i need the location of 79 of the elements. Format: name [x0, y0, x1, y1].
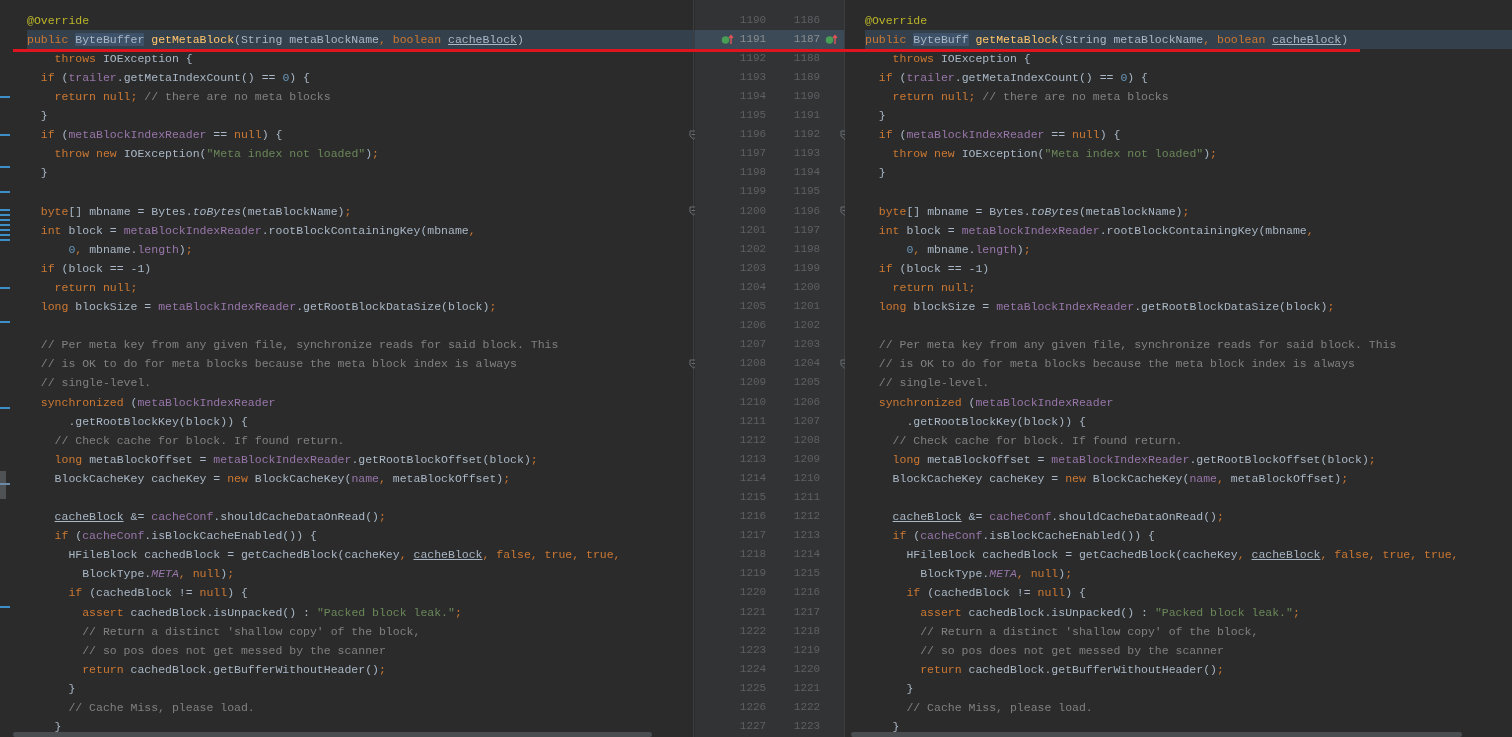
- code-line: // single-level.: [39, 375, 152, 392]
- code-line: // Per meta key from any given file, synchronize reads for said block. This: [877, 337, 1397, 354]
- code-line: assert cachedBlock.isUnpacked() : "Packed block leak.";: [81, 604, 462, 621]
- code-line: // Cache Miss, please load.: [905, 700, 1093, 716]
- code-line: // Per meta key from any given file, synchronize reads for said block. This: [39, 337, 559, 354]
- fold-icon[interactable]: [689, 129, 695, 140]
- code-line: .getRootBlockKey(block)) {: [67, 413, 248, 430]
- code-line: throw new IOException("Meta index not loaded");: [53, 146, 379, 163]
- code-line: // single-level.: [877, 375, 990, 392]
- code-line: if (trailer.getMetaIndexCount() == 0) {: [39, 69, 310, 86]
- code-line: HFileBlock cachedBlock = getCachedBlock(cacheKey, cacheBlock, false, true, true,: [67, 547, 621, 564]
- code-line: }: [39, 108, 48, 125]
- code-line: // so pos does not get messed by the scanner: [81, 642, 386, 659]
- code-line: int block = metaBlockIndexReader.rootBlockContainingKey(mbname,: [39, 222, 476, 239]
- code-line: return null;: [891, 279, 976, 296]
- code-line: int block = metaBlockIndexReader.rootBlockContainingKey(mbname,: [877, 222, 1314, 239]
- code-line: }: [67, 680, 76, 697]
- code-line: return null; // there are no meta blocks: [53, 89, 331, 105]
- code-line: }: [891, 719, 900, 736]
- code-line: // is OK to do for meta blocks because the meta block index is always: [39, 356, 517, 373]
- code-line: BlockCacheKey cacheKey = new BlockCacheKey(name, metaBlockOffset);: [53, 470, 511, 487]
- code-line: }: [877, 165, 886, 182]
- code-line: return null; // there are no meta blocks: [891, 89, 1169, 105]
- fold-icon[interactable]: [689, 206, 695, 217]
- circle-arrow-icon[interactable]: [825, 33, 838, 45]
- code-line: HFileBlock cachedBlock = getCachedBlock(cacheKey, cacheBlock, false, true, true,: [905, 547, 1459, 564]
- code-line: long metaBlockOffset = metaBlockIndexReader.getRootBlockOffset(block);: [891, 451, 1376, 468]
- code-line: }: [905, 680, 914, 697]
- code-line: // Return a distinct 'shallow copy' of the block,: [81, 623, 421, 640]
- code-line: throws IOException {: [53, 50, 193, 67]
- code-line: if (block == -1): [39, 260, 152, 277]
- code-line: public ByteBuff getMetaBlock(String metaBlockName, boolean cacheBlock): [865, 31, 1349, 48]
- code-line: .getRootBlockKey(block)) {: [905, 413, 1086, 430]
- code-line: return cachedBlock.getBufferWithoutHeader();: [81, 661, 386, 678]
- code-line: if (cachedBlock != null) {: [905, 585, 1086, 602]
- code-line: long blockSize = metaBlockIndexReader.getRootBlockDataSize(block);: [877, 299, 1335, 316]
- code-line: // Check cache for block. If found return.: [891, 432, 1183, 449]
- code-line: synchronized (metaBlockIndexReader: [39, 394, 276, 411]
- code-line: long metaBlockOffset = metaBlockIndexReader.getRootBlockOffset(block);: [53, 451, 538, 468]
- code-line: // Check cache for block. If found return.: [53, 432, 345, 449]
- code-line: BlockCacheKey cacheKey = new BlockCacheKey(name, metaBlockOffset);: [891, 470, 1349, 487]
- code-line: throw new IOException("Meta index not loaded");: [891, 146, 1217, 163]
- code-line: // so pos does not get messed by the scanner: [919, 642, 1224, 659]
- code-line: @Override: [27, 12, 90, 29]
- code-line: assert cachedBlock.isUnpacked() : "Packed block leak.";: [919, 604, 1300, 621]
- code-line: @Override: [865, 12, 928, 29]
- line-number: 1191: [738, 33, 768, 45]
- fold-icon[interactable]: [689, 358, 695, 369]
- horizontal-scrollbar[interactable]: [851, 732, 1462, 737]
- code-line: cacheBlock &= cacheConf.shouldCacheDataOnRead();: [891, 509, 1224, 526]
- code-line: return cachedBlock.getBufferWithoutHeader();: [919, 661, 1224, 678]
- horizontal-scrollbar[interactable]: [13, 732, 652, 737]
- code-line: public ByteBuffer getMetaBlock(String metaBlockName, boolean cacheBlock): [27, 31, 524, 48]
- code-line: cacheBlock &= cacheConf.shouldCacheDataOnRead();: [53, 509, 386, 526]
- code-line: 0, mbname.length);: [67, 241, 193, 258]
- code-line: // Return a distinct 'shallow copy' of the block,: [919, 623, 1259, 640]
- code-line: byte[] mbname = Bytes.toBytes(metaBlockName);: [39, 203, 352, 220]
- code-line: if (block == -1): [877, 260, 990, 277]
- code-line: }: [53, 719, 62, 736]
- code-line: if (metaBlockIndexReader == null) {: [877, 127, 1121, 144]
- code-line: BlockType.META, null);: [81, 566, 235, 583]
- code-line: if (cachedBlock != null) {: [67, 585, 248, 602]
- code-line: byte[] mbname = Bytes.toBytes(metaBlockName);: [877, 203, 1190, 220]
- code-line: // Cache Miss, please load.: [67, 700, 255, 716]
- code-line: throws IOException {: [891, 50, 1031, 67]
- code-line: if (trailer.getMetaIndexCount() == 0) {: [877, 69, 1148, 86]
- code-line: 0, mbname.length);: [905, 241, 1031, 258]
- code-line: if (cacheConf.isBlockCacheEnabled()) {: [891, 528, 1155, 545]
- code-line: long blockSize = metaBlockIndexReader.getRootBlockDataSize(block);: [39, 299, 497, 316]
- code-line: if (cacheConf.isBlockCacheEnabled()) {: [53, 528, 317, 545]
- code-line: synchronized (metaBlockIndexReader: [877, 394, 1114, 411]
- code-line: BlockType.META, null);: [919, 566, 1073, 583]
- circle-arrow-icon[interactable]: [721, 33, 734, 45]
- code-line: return null;: [53, 279, 138, 296]
- code-line: }: [39, 165, 48, 182]
- line-number: 1187: [792, 33, 822, 45]
- code-line: if (metaBlockIndexReader == null) {: [39, 127, 283, 144]
- code-line: // is OK to do for meta blocks because the meta block index is always: [877, 356, 1355, 373]
- code-line: }: [877, 108, 886, 125]
